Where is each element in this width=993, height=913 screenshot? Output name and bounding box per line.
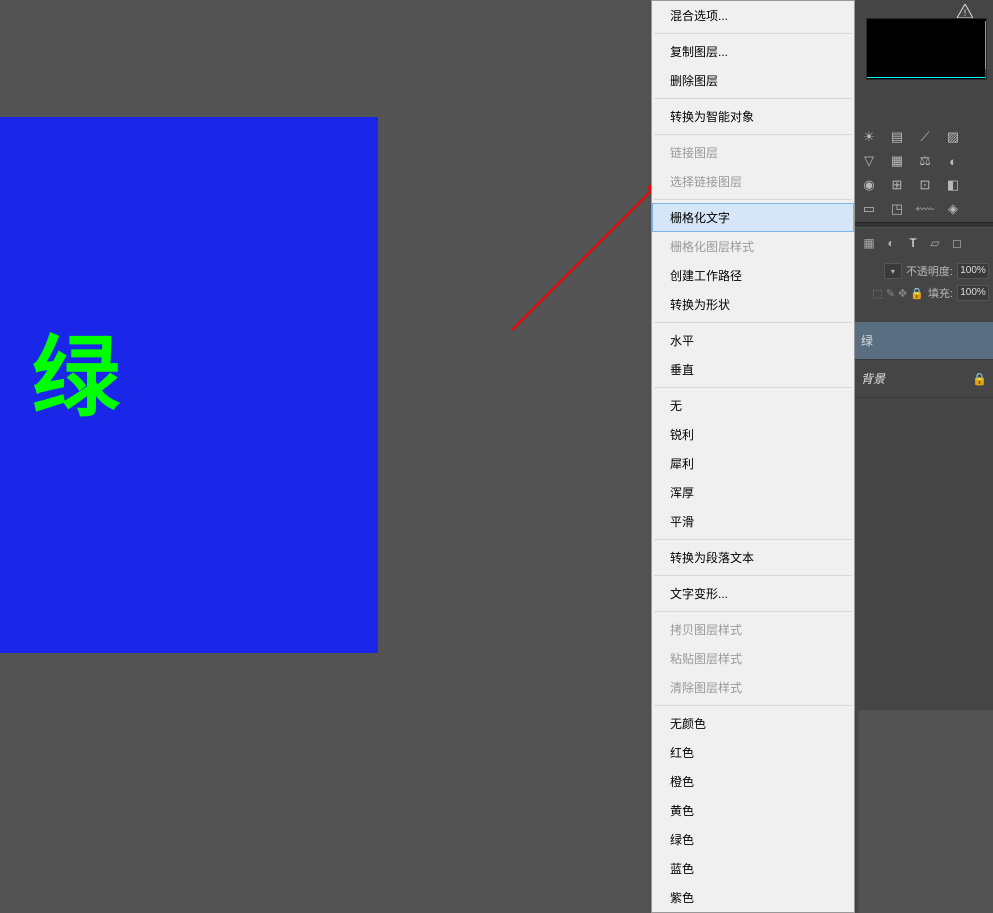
menu-item: 粘贴图层样式 [652,644,854,673]
menu-separator [654,705,852,706]
layer-name: 绿 [861,332,873,349]
histogram-red-peak [985,69,986,79]
menu-separator [654,33,852,34]
brightness-icon[interactable]: ☀ [858,128,880,146]
menu-item[interactable]: 转换为智能对象 [652,102,854,131]
right-panel: ! ☀ ▤ ⟋ ▨ ▽ ▦ ⚖ ◐ ◉ ⊞ ⊡ ◧ ▭ ◳ ⬳ ◈ ▦ ◐ T … [855,0,993,710]
menu-separator [654,322,852,323]
menu-item[interactable]: 复制图层... [652,37,854,66]
menu-separator [654,134,852,135]
fill-label: 填充: [928,285,953,301]
layer-name: 背景 [861,370,885,387]
filter-smart-icon[interactable]: ◻ [949,235,965,251]
menu-item[interactable]: 混合选项... [652,1,854,30]
lock-transparent-icon[interactable]: ⬚ [872,287,882,300]
menu-item[interactable]: 栅格化文字 [652,203,854,232]
opacity-label: 不透明度: [906,263,953,279]
panel-divider [855,222,993,228]
menu-item[interactable]: 无颜色 [652,709,854,738]
filter-type-icon[interactable]: T [905,235,921,251]
lock-icons: ⬚ ✎ ✥ 🔒 [872,287,924,300]
filter-adjust-icon[interactable]: ◐ [883,235,899,251]
menu-item[interactable]: 水平 [652,326,854,355]
menu-item[interactable]: 黄色 [652,796,854,825]
menu-item[interactable]: 紫色 [652,883,854,912]
histogram-baseline [867,77,986,78]
threshold-icon[interactable]: ◳ [886,200,908,218]
opacity-field[interactable]: 100% [957,263,989,279]
menu-item[interactable]: 文字变形... [652,579,854,608]
menu-item[interactable]: 锐利 [652,420,854,449]
menu-separator [654,575,852,576]
menu-item[interactable]: 橙色 [652,767,854,796]
gradient-map-icon[interactable]: ⬳ [914,200,936,218]
menu-separator [654,199,852,200]
menu-item[interactable]: 转换为形状 [652,290,854,319]
menu-item[interactable]: 垂直 [652,355,854,384]
menu-item[interactable]: 转换为段落文本 [652,543,854,572]
layer-controls: ▾ 不透明度: 100% ⬚ ✎ ✥ 🔒 填充: 100% [855,260,993,304]
filter-pixel-icon[interactable]: ▦ [861,235,877,251]
lock-paint-icon[interactable]: ✎ [886,287,895,300]
bw-icon[interactable]: ◐ [942,152,964,170]
fill-field[interactable]: 100% [957,285,989,301]
photo-filter-icon[interactable]: ◉ [858,176,880,194]
canvas[interactable]: 绿 [0,117,378,653]
channel-mixer-icon[interactable]: ⊞ [886,176,908,194]
menu-item[interactable]: 犀利 [652,449,854,478]
lock-position-icon[interactable]: ✥ [898,287,907,300]
menu-item: 栅格化图层样式 [652,232,854,261]
color-balance-icon[interactable]: ⚖ [914,152,936,170]
layer-row[interactable]: 背景 🔒 [855,360,993,398]
lock-icon: 🔒 [972,372,987,386]
menu-item[interactable]: 绿色 [652,825,854,854]
menu-item: 清除图层样式 [652,673,854,702]
menu-item[interactable]: 平滑 [652,507,854,536]
menu-item[interactable]: 创建工作路径 [652,261,854,290]
layer-context-menu: 混合选项... 复制图层...删除图层转换为智能对象链接图层选择链接图层栅格化文字… [651,0,855,913]
lock-all-icon[interactable]: 🔒 [910,287,924,300]
menu-separator [654,98,852,99]
menu-item[interactable]: 红色 [652,738,854,767]
canvas-text-layer[interactable]: 绿 [32,307,120,434]
svg-text:!: ! [964,8,967,18]
hue-icon[interactable]: ▦ [886,152,908,170]
menu-item: 拷贝图层样式 [652,615,854,644]
filter-shape-icon[interactable]: ▱ [927,235,943,251]
layers-filter-bar: ▦ ◐ T ▱ ◻ [855,230,993,256]
menu-item: 链接图层 [652,138,854,167]
menu-item[interactable]: 浑厚 [652,478,854,507]
posterize-icon[interactable]: ▭ [858,200,880,218]
layer-row[interactable]: 绿 [855,322,993,360]
color-lookup-icon[interactable]: ⊡ [914,176,936,194]
menu-item[interactable]: 删除图层 [652,66,854,95]
menu-item[interactable]: 蓝色 [652,854,854,883]
invert-icon[interactable]: ◧ [942,176,964,194]
selective-color-icon[interactable]: ◈ [942,200,964,218]
warning-icon: ! [957,4,973,18]
menu-separator [654,611,852,612]
menu-item[interactable]: 无 [652,391,854,420]
menu-separator [654,539,852,540]
adjustments-icon-grid: ☀ ▤ ⟋ ▨ ▽ ▦ ⚖ ◐ ◉ ⊞ ⊡ ◧ ▭ ◳ ⬳ ◈ [858,128,988,218]
menu-separator [654,387,852,388]
blend-mode-dropdown[interactable]: ▾ [884,263,902,279]
layer-list: 绿背景 🔒 [855,322,993,398]
exposure-icon[interactable]: ▨ [942,128,964,146]
levels-icon[interactable]: ▤ [886,128,908,146]
menu-item: 选择链接图层 [652,167,854,196]
curves-icon[interactable]: ⟋ [914,128,936,146]
histogram[interactable] [866,18,987,80]
vibrance-icon[interactable]: ▽ [858,152,880,170]
